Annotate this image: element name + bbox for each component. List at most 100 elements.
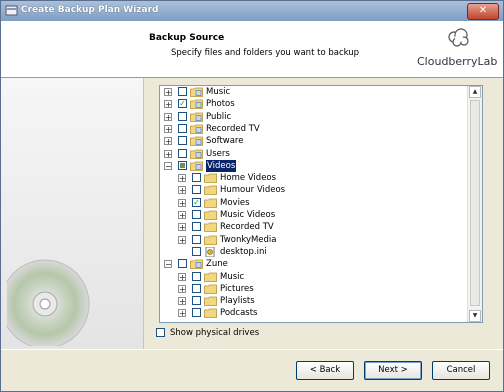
next-button[interactable]: Next >: [364, 361, 422, 380]
tree-item-label: Software: [206, 136, 244, 147]
tree-item[interactable]: + ✓ Movies: [160, 197, 468, 209]
tree-item[interactable]: + Pictures: [160, 283, 468, 295]
expand-icon[interactable]: +: [164, 88, 172, 97]
title-bar[interactable]: Create Backup Plan Wizard ✕: [1, 1, 503, 21]
tree-item[interactable]: + Software: [160, 135, 468, 147]
backup-source-tree[interactable]: + Music + ✓ Photos + Public + Recorded TV + Softwa…: [159, 85, 483, 323]
expand-icon[interactable]: +: [178, 309, 186, 318]
tree-item-label: Home Videos: [220, 173, 277, 184]
show-physical-drives-label: Show physical drives: [170, 328, 260, 338]
expand-icon[interactable]: +: [178, 272, 186, 281]
tree-item-label: TwonkyMedia: [220, 234, 277, 245]
folder-icon: [204, 173, 217, 183]
back-button[interactable]: < Back: [296, 361, 354, 380]
tree-item-label: Recorded TV: [220, 222, 274, 233]
tree-item-checkbox[interactable]: [192, 222, 201, 232]
expand-icon[interactable]: +: [164, 124, 172, 133]
tree-item-checkbox[interactable]: [192, 283, 201, 293]
tree-item-checkbox[interactable]: [192, 296, 201, 306]
scroll-thumb[interactable]: [470, 100, 480, 306]
tree-item-checkbox[interactable]: [192, 271, 201, 281]
expand-icon[interactable]: +: [164, 100, 172, 109]
folder-icon: [204, 198, 217, 208]
folder-icon: [204, 308, 217, 319]
tree-item-checkbox[interactable]: [178, 111, 187, 121]
folder-icon: [204, 222, 217, 233]
tree-item-checkbox[interactable]: [192, 308, 201, 318]
expand-icon[interactable]: +: [178, 297, 186, 306]
tree-item[interactable]: + Recorded TV: [160, 221, 468, 233]
tree-item[interactable]: + Public: [160, 111, 468, 123]
tree-item[interactable]: + Music: [160, 271, 468, 283]
expand-icon[interactable]: +: [178, 211, 186, 220]
tree-item-checkbox[interactable]: [178, 136, 187, 146]
tree-item[interactable]: + Recorded TV: [160, 123, 468, 135]
folder-icon: [204, 272, 217, 282]
expand-icon[interactable]: +: [178, 235, 186, 244]
shared-folder-icon: [190, 99, 203, 110]
tree-item[interactable]: desktop.ini: [160, 246, 468, 258]
expand-icon[interactable]: +: [178, 174, 186, 183]
scroll-up-icon[interactable]: ▲: [469, 86, 481, 98]
tree-item[interactable]: + Users: [160, 148, 468, 160]
collapse-icon[interactable]: −: [164, 161, 172, 170]
close-button[interactable]: ✕: [467, 3, 499, 20]
shared-folder-icon: [190, 112, 203, 122]
tree-item-label: Playlists: [220, 296, 255, 307]
tree-item[interactable]: − Videos: [160, 159, 468, 172]
tree-item-checkbox[interactable]: ✓: [178, 99, 187, 109]
tree-item-checkbox[interactable]: [178, 160, 187, 170]
tree-item[interactable]: + Humour Videos: [160, 184, 468, 196]
disc-icon: [7, 259, 90, 346]
tree-item-label: desktop.ini: [220, 246, 267, 257]
tree-item-label: Public: [206, 111, 232, 122]
collapse-icon[interactable]: −: [164, 260, 172, 269]
tree-item-label: Humour Videos: [220, 185, 286, 196]
tree-item[interactable]: + Music Videos: [160, 209, 468, 221]
tree-item[interactable]: + Music: [160, 86, 468, 98]
expand-icon[interactable]: +: [164, 137, 172, 146]
tree-item-checkbox[interactable]: [178, 148, 187, 158]
wizard-header: Backup Source Specify files and folders …: [1, 21, 503, 78]
tree-item-checkbox[interactable]: [178, 123, 187, 133]
tree-item-checkbox[interactable]: [192, 246, 201, 256]
expand-icon[interactable]: +: [178, 186, 186, 195]
tree-item-label: Podcasts: [220, 308, 258, 319]
close-icon: ✕: [478, 5, 488, 16]
folder-icon: [204, 284, 217, 294]
tree-item[interactable]: + TwonkyMedia: [160, 234, 468, 246]
page-title: Backup Source: [149, 33, 225, 43]
tree-item-label: Music: [206, 87, 231, 97]
tree-item-checkbox[interactable]: [192, 173, 201, 183]
scroll-down-icon[interactable]: ▼: [469, 310, 481, 322]
tree-item-checkbox[interactable]: [178, 87, 187, 96]
tree-item[interactable]: + Playlists: [160, 295, 468, 307]
tree-item-checkbox[interactable]: [192, 234, 201, 244]
folder-icon: [204, 296, 217, 306]
tree-item-checkbox[interactable]: [192, 185, 201, 195]
shared-folder-icon: [190, 259, 203, 270]
expand-icon[interactable]: +: [164, 112, 172, 121]
tree-item[interactable]: + Home Videos: [160, 172, 468, 184]
tree-item-checkbox[interactable]: [178, 259, 187, 269]
show-physical-drives-checkbox[interactable]: [156, 328, 165, 337]
expand-icon[interactable]: +: [164, 149, 172, 158]
folder-icon: [204, 235, 217, 245]
tree-item-checkbox[interactable]: ✓: [192, 197, 201, 207]
tree-scrollbar[interactable]: ▲ ▼: [467, 86, 482, 322]
expand-icon[interactable]: +: [178, 284, 186, 293]
folder-icon: [204, 185, 217, 196]
wizard-buttons: < Back Next > Cancel: [1, 349, 503, 391]
expand-icon[interactable]: +: [178, 223, 186, 232]
tree-item[interactable]: + Podcasts: [160, 307, 468, 319]
tree-item-label: Users: [206, 148, 230, 159]
expand-icon[interactable]: +: [178, 198, 186, 207]
tree-item-label: Videos: [206, 159, 237, 172]
tree-item[interactable]: − Zune: [160, 258, 468, 270]
tree-item[interactable]: + ✓ Photos: [160, 98, 468, 110]
window-title: Create Backup Plan Wizard: [21, 5, 159, 15]
folder-icon: [204, 210, 217, 220]
tree-item-checkbox[interactable]: [192, 210, 201, 219]
cancel-button[interactable]: Cancel: [432, 361, 490, 380]
brand-logo-text: CloudberryLab: [417, 55, 498, 68]
